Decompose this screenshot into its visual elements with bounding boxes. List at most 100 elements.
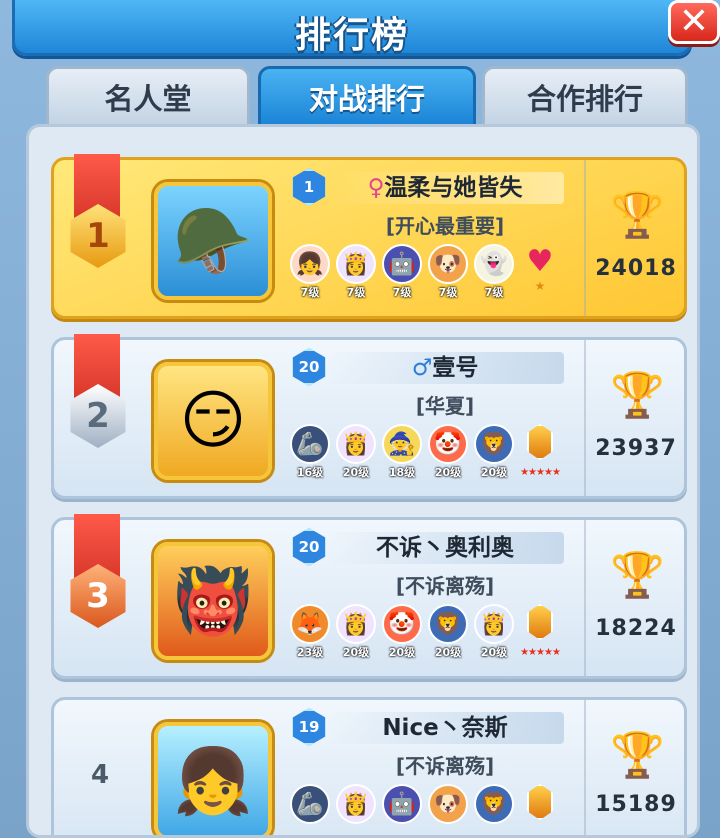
pet-level: 7级 [346, 286, 366, 299]
pet-icon: 🦁 [474, 424, 514, 464]
avatar[interactable]: 👧 [154, 722, 272, 835]
player-name-bar: 不诉丶奥利奥 [326, 532, 564, 564]
guild-name: [开心最重要] [385, 214, 505, 238]
rank-medal-area: 2 [54, 334, 146, 496]
pet-slot[interactable]: 🦁 20级 [428, 604, 468, 660]
pet-slot[interactable]: 🤖 [382, 784, 422, 835]
pet-icon: 🐶 [428, 784, 468, 824]
avatar[interactable]: 🪖 [154, 182, 272, 300]
score-value: 15189 [595, 792, 677, 817]
pet-slot[interactable]: 🦊 23级 [290, 604, 330, 660]
star-rating: ★★★★★ [520, 467, 561, 478]
avatar[interactable]: 👹 [154, 542, 272, 660]
pet-level: 7级 [438, 286, 458, 299]
pet-icon: 🦾 [290, 784, 330, 824]
pet-icon: 🤖 [382, 784, 422, 824]
female-icon: ♀ [367, 175, 385, 201]
pet-icon: 👸 [474, 604, 514, 644]
pet-slot[interactable]: 🧙 18级 [382, 424, 422, 480]
pet-icon: 🦊 [290, 604, 330, 644]
amber-gem-icon[interactable] [520, 784, 560, 835]
pet-icon: 🐶 [428, 244, 468, 284]
guild-name: [不诉离殇] [395, 754, 495, 778]
trophy-icon: 🏆 [610, 550, 665, 601]
star-rating: ★ [534, 279, 546, 293]
level-badge: 19 [292, 708, 326, 746]
heart-gem-icon[interactable]: ♥ ★ [520, 244, 560, 300]
pet-icon: 🦾 [290, 424, 330, 464]
leaderboard-panel: 排行榜 ✕ 名人堂 对战排行 合作排行 1 🪖 1 ♀温柔与她皆失 [开心最重要… [0, 0, 720, 838]
pet-lineup: 👧 7级 👸 7级 🤖 7级 🐶 7级 👻 7级 ♥ ★ [290, 244, 560, 300]
tab-coop-ranking[interactable]: 合作排行 [482, 66, 688, 128]
pet-icon: 🧙 [382, 424, 422, 464]
pet-slot[interactable]: 👸 7级 [336, 244, 376, 300]
score-area: 🏆 23937 [584, 340, 684, 496]
page-title: 排行榜 [294, 15, 409, 56]
avatar[interactable]: 😏 [154, 362, 272, 480]
pet-level: 7级 [484, 286, 504, 299]
pet-slot[interactable]: 👸 [336, 784, 376, 835]
amber-gem-icon[interactable]: ★★★★★ [520, 424, 561, 480]
ranking-row-2[interactable]: 2 😏 20 ♂壹号 [华夏] 🦾 16级 👸 20级 🧙 18级 🤡 20级 🦁 20级… [51, 334, 687, 499]
pet-slot[interactable]: 🐶 7级 [428, 244, 468, 300]
close-button[interactable]: ✕ [668, 0, 720, 44]
trophy-icon: 🏆 [610, 730, 665, 781]
tab-battle-ranking[interactable]: 对战排行 [258, 66, 476, 128]
score-area: 🏆 18224 [584, 520, 684, 676]
ranking-list[interactable]: 1 🪖 1 ♀温柔与她皆失 [开心最重要] 👧 7级 👸 7级 🤖 7级 🐶 7级 👻 7… [26, 124, 700, 838]
pet-slot[interactable]: 👻 7级 [474, 244, 514, 300]
title-bar: 排行榜 [12, 0, 692, 56]
guild-name: [华夏] [415, 394, 475, 418]
pet-slot[interactable]: 🦁 [474, 784, 514, 835]
pet-icon: 👻 [474, 244, 514, 284]
pet-slot[interactable]: 🤡 20级 [428, 424, 468, 480]
pet-slot[interactable]: 🦾 16级 [290, 424, 330, 480]
tab-hall-of-fame[interactable]: 名人堂 [46, 66, 250, 128]
score-area: 🏆 15189 [584, 700, 684, 835]
score-value: 23937 [595, 436, 677, 461]
guild-name: [不诉离殇] [395, 574, 495, 598]
player-name: 温柔与她皆失 [384, 175, 523, 201]
rank-medal-area: 1 [54, 154, 146, 316]
pet-slot[interactable]: 🤖 7级 [382, 244, 422, 300]
ranking-row-4[interactable]: 4 👧 19 Nice丶奈斯 [不诉离殇] 🦾 👸 🤖 🐶 🦁 🏆 15189 [51, 697, 687, 835]
pet-lineup: 🦊 23级 👸 20级 🤡 20级 🦁 20级 👸 20级 ★★★★★ [290, 604, 561, 660]
pet-icon: 👸 [336, 244, 376, 284]
ranking-row-1[interactable]: 1 🪖 1 ♀温柔与她皆失 [开心最重要] 👧 7级 👸 7级 🤖 7级 🐶 7级 👻 7… [51, 154, 687, 319]
pet-icon: 👸 [336, 604, 376, 644]
pet-slot[interactable]: 🦾 [290, 784, 330, 835]
pet-level: 23级 [296, 646, 324, 659]
score-value: 24018 [595, 256, 677, 281]
male-icon: ♂ [411, 355, 433, 381]
level-badge: 20 [292, 528, 326, 566]
player-name-bar: Nice丶奈斯 [326, 712, 564, 744]
pet-level: 20级 [342, 646, 370, 659]
pet-level: 20级 [342, 466, 370, 479]
score-area: 🏆 24018 [584, 160, 684, 316]
pet-level: 20级 [434, 646, 462, 659]
player-name-bar: ♂壹号 [326, 352, 564, 384]
amber-gem-icon[interactable]: ★★★★★ [520, 604, 561, 660]
pet-level: 16级 [296, 466, 324, 479]
pet-slot[interactable]: 👸 20级 [336, 604, 376, 660]
pet-icon: 🤡 [428, 424, 468, 464]
pet-level: 18级 [388, 466, 416, 479]
rank-medal-area: 4 [54, 700, 146, 835]
pet-icon: 👸 [336, 784, 376, 824]
pet-lineup: 🦾 👸 🤖 🐶 🦁 [290, 784, 560, 835]
pet-slot[interactable]: 👧 7级 [290, 244, 330, 300]
pet-level: 20级 [434, 466, 462, 479]
level-badge: 1 [292, 168, 326, 206]
pet-slot[interactable]: 🤡 20级 [382, 604, 422, 660]
player-name: Nice丶奈斯 [382, 715, 508, 741]
pet-icon: 🦁 [428, 604, 468, 644]
pet-icon: 👧 [290, 244, 330, 284]
pet-level: 7级 [392, 286, 412, 299]
rank-medal-area: 3 [54, 514, 146, 676]
pet-lineup: 🦾 16级 👸 20级 🧙 18级 🤡 20级 🦁 20级 ★★★★★ [290, 424, 561, 480]
ranking-row-3[interactable]: 3 👹 20 不诉丶奥利奥 [不诉离殇] 🦊 23级 👸 20级 🤡 20级 🦁 20级… [51, 514, 687, 679]
pet-icon: 🤖 [382, 244, 422, 284]
pet-slot[interactable]: 👸 20级 [336, 424, 376, 480]
level-badge: 20 [292, 348, 326, 386]
pet-slot[interactable]: 🐶 [428, 784, 468, 835]
